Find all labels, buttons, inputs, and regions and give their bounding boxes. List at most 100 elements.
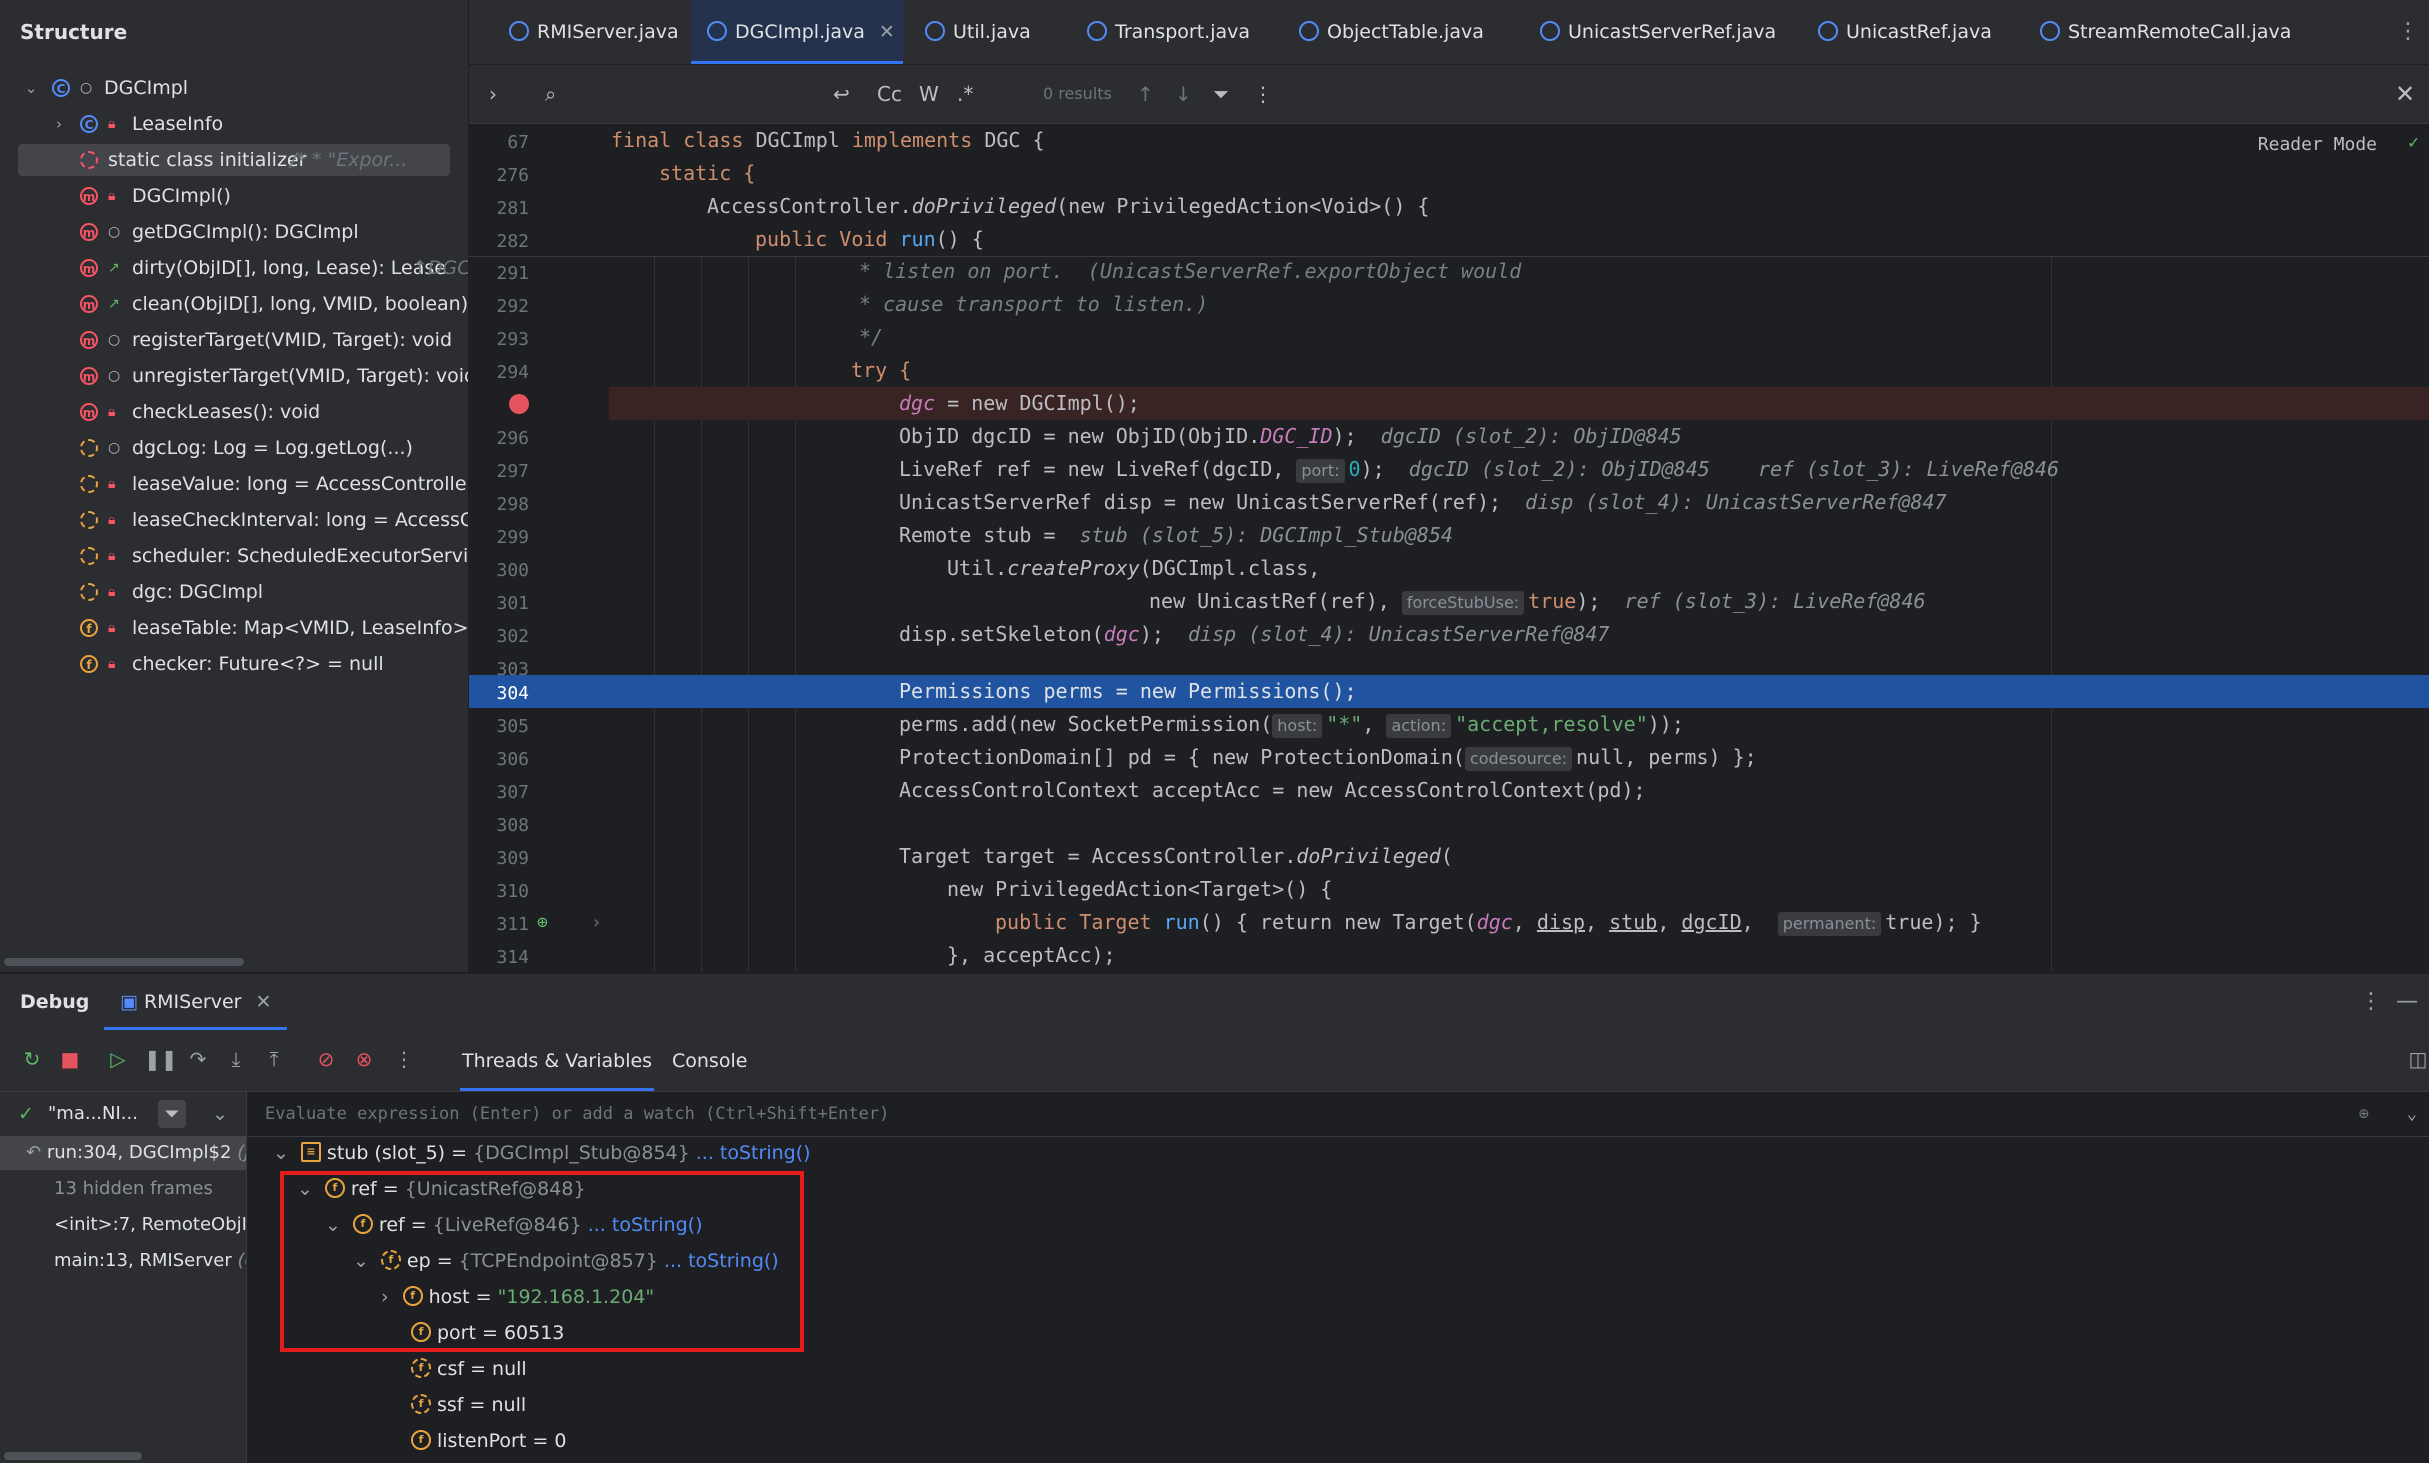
code-editor[interactable]: 67 final class DGCImpl implements DGC { … [469, 124, 2429, 972]
reader-mode-toggle[interactable]: Reader Mode [2258, 134, 2377, 155]
close-session-icon[interactable]: ✕ [255, 991, 271, 1013]
hidden-frames-row[interactable]: 13 hidden frames [0, 1172, 246, 1206]
tree-item-label: checker: Future<?> = null [132, 653, 384, 675]
tab-unicastref[interactable]: UnicastRef.java [1818, 0, 2018, 64]
find-bar: › ⌕ ↩ Cc W .* 0 results ↑ ↓ ⏷ ⋮ ✕ [469, 65, 2429, 124]
static-method-icon: m [80, 223, 98, 241]
more-options-icon[interactable]: ⋮ [2397, 0, 2419, 64]
inline-debug-value: dgcID (slot_2): ObjID@845 ref (slot_3): … [1408, 457, 2059, 481]
chevron-right-icon[interactable]: › [52, 107, 66, 141]
step-into-icon[interactable]: ⤓ [222, 1045, 250, 1073]
rerun-icon[interactable]: ↻ [18, 1045, 46, 1073]
implements-method-icon[interactable]: ⊕ [537, 912, 548, 933]
variable-equals: = [445, 1142, 474, 1164]
tree-item-constructor[interactable]: m 🔒︎ DGCImpl() [0, 179, 468, 213]
tab-util[interactable]: Util.java [917, 0, 1065, 64]
tab-dgcimpl[interactable]: DGCImpl.java ✕ [691, 0, 903, 64]
code-token: ProtectionDomain[] pd = { new Protection… [899, 745, 1465, 769]
tree-item-scheduler[interactable]: 🔒︎ scheduler: ScheduledExecutorService = [0, 539, 468, 573]
frame-row[interactable]: main:13, RMIServer (o [0, 1244, 246, 1278]
pause-icon[interactable]: ❚❚ [144, 1045, 178, 1073]
tree-item-static-initializer[interactable]: static class initializer /* * "Expor... [0, 143, 468, 177]
more-options-icon[interactable]: ⋮ [2360, 974, 2382, 1030]
chevron-down-icon[interactable]: ⌄ [212, 1092, 228, 1136]
tab-threads-variables[interactable]: Threads & Variables [460, 1031, 655, 1091]
variable-row-ssf[interactable]: f ssf = null [411, 1388, 526, 1422]
tree-item-leasecheckinterval[interactable]: 🔒︎ leaseCheckInterval: long = AccessCont… [0, 503, 468, 537]
regex-toggle[interactable]: .* [957, 65, 973, 123]
tree-item-dgcimpl[interactable]: ⌄ C ○ DGCImpl [0, 71, 468, 105]
tab-label: StreamRemoteCall.java [2068, 21, 2292, 43]
search-icon[interactable]: ⌕ [545, 65, 556, 123]
code-token: createProxy [1007, 556, 1140, 580]
tree-item-getdgcimpl[interactable]: m ○ getDGCImpl(): DGCImpl [0, 215, 468, 249]
tab-objecttable[interactable]: ObjectTable.java [1299, 0, 1519, 64]
view-breakpoints-icon[interactable]: ⊘ [312, 1045, 340, 1073]
tree-item-registertarget[interactable]: m ○ registerTarget(VMID, Target): void [0, 323, 468, 357]
tab-streamremotecall[interactable]: StreamRemoteCall.java [2040, 0, 2292, 64]
thread-selector[interactable]: ✓ "ma...NI... ⏷ ⌄ [0, 1092, 246, 1137]
code-line-300: Util.createProxy(DGCImpl.class, [947, 552, 2429, 585]
more-options-icon[interactable]: ⋮ [1253, 65, 1273, 123]
code-line-298: UnicastServerRef disp = new UnicastServe… [899, 486, 2429, 519]
evaluate-expression-input[interactable]: Evaluate expression (Enter) or add a wat… [247, 1092, 2429, 1137]
line-number: 296 [496, 428, 529, 449]
tree-item-leaseinfo[interactable]: › C 🔒︎ LeaseInfo [0, 107, 468, 141]
tree-item-clean[interactable]: m ↗ clean(ObjID[], long, VMID, boolean):… [0, 287, 468, 321]
layout-icon[interactable]: ◫ [2404, 1045, 2429, 1073]
tostring-link[interactable]: ... toString() [696, 1142, 811, 1164]
frame-row[interactable]: ↶ run:304, DGCImpl$2 (j [0, 1136, 246, 1170]
tree-item-label: dgcLog: Log = Log.getLog(...) [132, 437, 413, 459]
new-line-toggle-icon[interactable]: ↩ [833, 65, 850, 123]
tab-unicastserverref[interactable]: UnicastServerRef.java [1540, 0, 1780, 64]
tab-transport[interactable]: Transport.java [1087, 0, 1287, 64]
whole-words-toggle[interactable]: W [919, 65, 939, 123]
fold-chevron-icon[interactable]: › [591, 912, 602, 933]
private-lock-icon: 🔒︎ [108, 620, 116, 636]
tab-console[interactable]: Console [672, 1031, 747, 1091]
tree-item-leasetable[interactable]: f 🔒︎ leaseTable: Map<VMID, LeaseInfo> = … [0, 611, 468, 645]
next-occurrence-icon[interactable]: ↓ [1175, 65, 1192, 123]
variable-row-stub[interactable]: ⌄ ≡ stub (slot_5) = {DGCImpl_Stub@854} ...… [273, 1136, 811, 1170]
resume-icon[interactable]: ▷ [104, 1045, 132, 1073]
chevron-down-icon[interactable]: ⌄ [24, 71, 38, 105]
chevron-down-icon[interactable]: ⌄ [273, 1142, 289, 1164]
previous-occurrence-icon[interactable]: ↑ [1137, 65, 1154, 123]
chevron-down-icon[interactable]: ⌄ [2407, 1092, 2417, 1136]
tree-item-unregistertarget[interactable]: m ○ unregisterTarget(VMID, Target): void [0, 359, 468, 393]
stop-icon[interactable]: ■ [56, 1045, 84, 1073]
filter-icon[interactable]: ⏷ [158, 1100, 186, 1128]
frames-list: ✓ "ma...NI... ⏷ ⌄ ↶ run:304, DGCImpl$2 (… [0, 1092, 247, 1463]
variable-row-csf[interactable]: f csf = null [411, 1352, 527, 1386]
editor-tabs: RMIServer.java DGCImpl.java ✕ Util.java T… [469, 0, 2429, 65]
step-out-icon[interactable]: ⤒ [260, 1045, 288, 1073]
mute-breakpoints-icon[interactable]: ⊗ [350, 1045, 378, 1073]
more-actions-icon[interactable]: ⋮ [390, 1045, 418, 1073]
tree-item-checkleases[interactable]: m 🔒︎ checkLeases(): void [0, 395, 468, 429]
filter-icon[interactable]: ⏷ [1213, 65, 1229, 123]
variable-row-listenport[interactable]: f listenPort = 0 [411, 1424, 566, 1458]
local-variable-icon: ≡ [300, 1141, 321, 1162]
structure-scrollbar[interactable] [4, 958, 244, 966]
variable-value: null [491, 1394, 527, 1416]
tab-rmiserver[interactable]: RMIServer.java [489, 0, 704, 64]
tab-rmiserver-session[interactable]: ▣ RMIServer ✕ [104, 974, 288, 1030]
code-token: ObjID dgcID = new ObjID(ObjID. [899, 424, 1261, 448]
close-find-icon[interactable]: ✕ [2395, 65, 2415, 123]
step-over-icon[interactable]: ↷ [184, 1045, 212, 1073]
frame-row[interactable]: <init>:7, RemoteObjIm [0, 1208, 246, 1242]
tree-item-dgc[interactable]: 🔒︎ dgc: DGCImpl [0, 575, 468, 609]
tree-item-checker[interactable]: f 🔒︎ checker: Future<?> = null [0, 647, 468, 681]
code-token: "accept,resolve" [1455, 712, 1648, 736]
match-case-toggle[interactable]: Cc [877, 65, 902, 123]
add-watch-icon[interactable]: ⊕ [2359, 1092, 2369, 1136]
indent-guide [748, 256, 749, 972]
close-tab-icon[interactable]: ✕ [879, 21, 895, 43]
frames-scrollbar[interactable] [4, 1452, 142, 1460]
tree-item-leasevalue[interactable]: 🔒︎ leaseValue: long = AccessController.d… [0, 467, 468, 501]
tree-item-dgclog[interactable]: ○ dgcLog: Log = Log.getLog(...) [0, 431, 468, 465]
breakpoint-icon[interactable] [509, 394, 529, 414]
tree-item-dirty[interactable]: m ↗ dirty(ObjID[], long, Lease): Lease ↑… [0, 251, 468, 285]
minimize-icon[interactable]: — [2396, 974, 2418, 1030]
expand-chevron-icon[interactable]: › [489, 65, 497, 123]
